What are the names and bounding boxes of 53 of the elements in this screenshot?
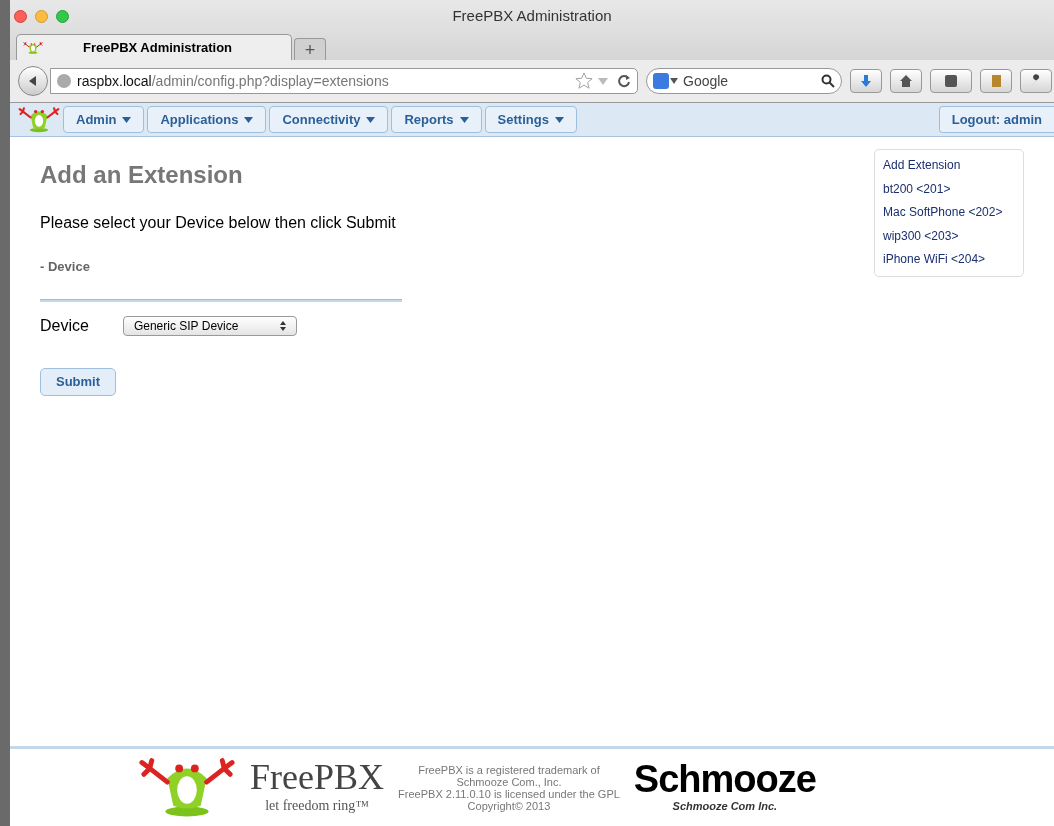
logout-button[interactable]: Logout: admin bbox=[938, 106, 1054, 133]
search-bar[interactable]: Google bbox=[646, 68, 842, 94]
extension-link[interactable]: Mac SoftPhone <202> bbox=[883, 201, 1015, 225]
book-button[interactable] bbox=[980, 69, 1012, 93]
select-arrows-icon bbox=[279, 320, 286, 331]
star-icon[interactable] bbox=[575, 72, 593, 90]
caret-icon bbox=[554, 116, 564, 123]
download-button[interactable] bbox=[850, 69, 882, 93]
download-icon bbox=[859, 74, 873, 88]
search-field[interactable]: Google bbox=[683, 70, 821, 92]
search-engine-icon[interactable] bbox=[653, 73, 679, 89]
device-label: Device bbox=[40, 315, 89, 336]
frog-logo-icon bbox=[138, 757, 237, 818]
url-text: raspbx.local/admin/config.php?display=extensions bbox=[77, 71, 390, 91]
extension-link[interactable]: wip300 <203> bbox=[883, 224, 1015, 248]
section-heading: - Device bbox=[40, 258, 91, 276]
home-icon bbox=[899, 74, 913, 88]
caret-icon bbox=[244, 116, 254, 123]
window-title: FreePBX Administration bbox=[452, 5, 612, 26]
frog-logo-icon bbox=[18, 106, 60, 133]
caret-icon bbox=[459, 116, 469, 123]
back-arrow-icon bbox=[27, 75, 39, 87]
device-select[interactable]: Generic SIP Device bbox=[122, 315, 297, 336]
browser-tab[interactable]: FreePBX Administration bbox=[16, 34, 292, 60]
zoom-icon[interactable] bbox=[56, 10, 69, 23]
company-logo-text: Schmooze bbox=[633, 760, 816, 799]
nav-menu-button[interactable]: Admin bbox=[63, 106, 145, 133]
extension-link[interactable]: Add Extension bbox=[883, 154, 1015, 178]
bookmark-button[interactable] bbox=[930, 69, 972, 93]
legal-text: FreePBX is a registered trademark of Schmooze Com., Inc. FreePBX 2.11.0.10 is licensed under the GPL Copyright© 2013 bbox=[398, 763, 620, 812]
nav-menu-button[interactable]: Applications bbox=[147, 106, 267, 133]
home-button[interactable] bbox=[890, 69, 922, 93]
address-field[interactable]: raspbx.local/admin/config.php?display=extensions bbox=[50, 68, 638, 94]
favicon-icon bbox=[23, 41, 43, 54]
nav-menu-button[interactable]: Connectivity bbox=[269, 106, 389, 133]
close-icon[interactable] bbox=[14, 10, 27, 23]
caret-icon bbox=[366, 116, 376, 123]
extension-link[interactable]: iPhone WiFi <204> bbox=[883, 248, 1015, 272]
tools-button[interactable] bbox=[1020, 69, 1052, 93]
brand-name: FreePBX bbox=[250, 759, 385, 795]
page-title: Add an Extension bbox=[40, 160, 244, 190]
nav-menu-button[interactable]: Settings bbox=[484, 106, 577, 133]
brand-tagline: let freedom ring™ bbox=[265, 797, 370, 815]
caret-icon bbox=[122, 116, 132, 123]
back-button[interactable] bbox=[18, 66, 48, 96]
submit-button[interactable]: Submit bbox=[40, 367, 117, 396]
extension-link[interactable]: bt200 <201> bbox=[883, 177, 1015, 201]
new-tab-button[interactable]: + bbox=[294, 38, 326, 60]
reload-icon[interactable] bbox=[617, 74, 631, 88]
instruction-text: Please select your Device below then click Submit bbox=[40, 213, 397, 233]
company-subtitle: Schmooze Com Inc. bbox=[672, 799, 778, 815]
nav-menu-button[interactable]: Reports bbox=[391, 106, 482, 133]
search-icon[interactable] bbox=[821, 74, 835, 88]
